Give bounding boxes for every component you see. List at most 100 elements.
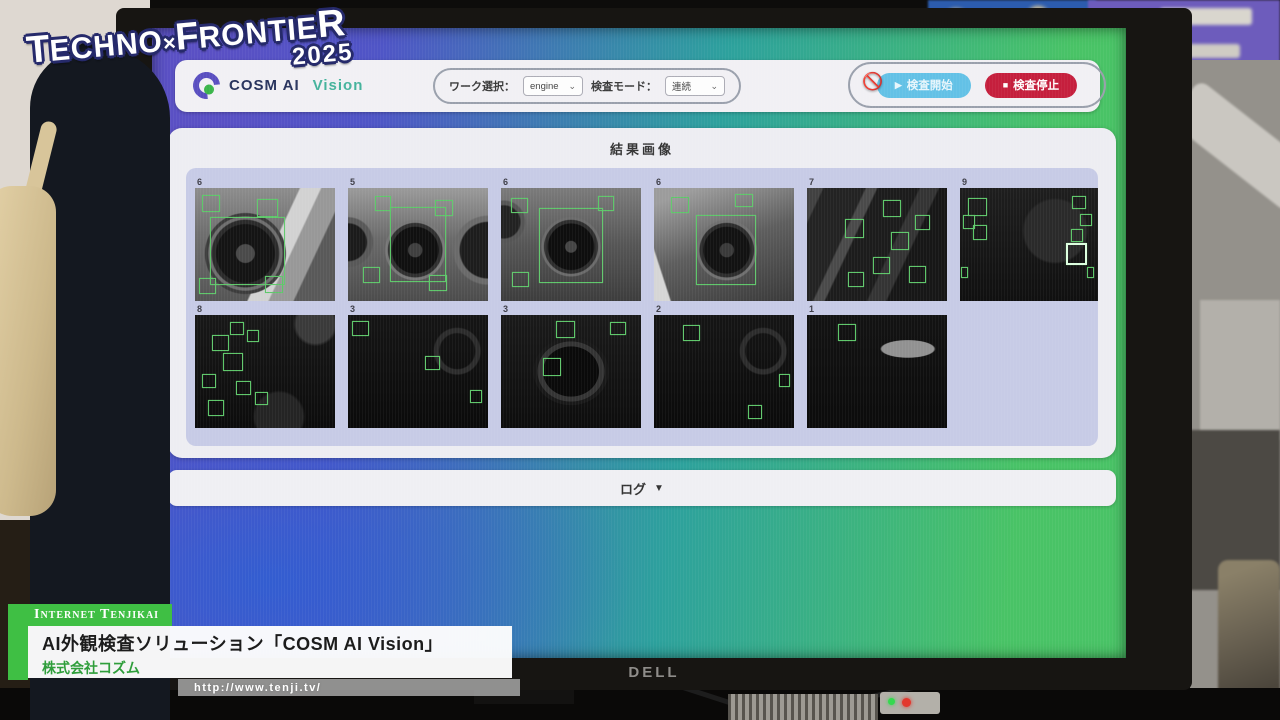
detection-box: [247, 330, 260, 342]
detection-box: [230, 322, 244, 336]
dell-logo: DELL: [628, 664, 679, 681]
result-tile: 2: [654, 303, 794, 428]
lower-third-kicker: Internet Tenjikai: [8, 604, 172, 626]
log-expander[interactable]: ログ ▼: [168, 470, 1116, 506]
detection-box: [598, 196, 615, 211]
detection-box: [683, 325, 700, 341]
detection-box: [212, 335, 229, 351]
tile-count-label: 6: [501, 176, 641, 188]
work-select-label: ワーク選択：: [449, 78, 515, 94]
work-select-dropdown[interactable]: engine ⌄: [523, 76, 583, 96]
tile-count-label: 6: [195, 176, 335, 188]
detection-box: [208, 400, 225, 416]
detection-box: [257, 199, 278, 217]
red-led: [902, 698, 911, 707]
detection-box: [202, 195, 220, 212]
mode-dropdown[interactable]: 連続 ⌄: [665, 76, 725, 96]
results-grid: 6 5 6 6 7 9 8 3 3 2 1: [186, 168, 1098, 446]
detection-box: [973, 225, 987, 240]
brand-name: COSM AI: [229, 77, 300, 94]
result-tile: 9: [960, 176, 1098, 301]
results-panel: 結果画像 6 5 6 6 7 9 8 3 3 2 1: [168, 128, 1116, 458]
detection-box: [891, 232, 909, 250]
stop-icon: ■: [1003, 80, 1008, 90]
cosm-logo-icon: [187, 66, 225, 104]
log-label: ログ: [620, 479, 646, 498]
tile-count-label: 7: [807, 176, 947, 188]
tile-count-label: 3: [348, 303, 488, 315]
detection-box: [363, 267, 380, 283]
detection-box: [352, 321, 369, 337]
inspection-image: [501, 188, 641, 301]
detection-box: [915, 215, 930, 230]
detection-box: [470, 390, 483, 404]
detection-box: [429, 275, 447, 291]
detection-box: [968, 198, 986, 216]
video-frame: COSM AI Vision ワーク選択： engine ⌄ 検査モード： 連続…: [0, 0, 1280, 720]
app-window: COSM AI Vision ワーク選択： engine ⌄ 検査モード： 連続…: [152, 28, 1126, 658]
detection-box: [556, 321, 576, 338]
detection-box: [848, 272, 865, 288]
tile-count-label: 5: [348, 176, 488, 188]
detection-box: [199, 278, 216, 294]
detection-box: [210, 217, 284, 285]
detection-box: [696, 215, 756, 285]
detection-box: [1080, 214, 1091, 226]
result-tile: 5: [348, 176, 488, 301]
result-tile: 1: [807, 303, 947, 428]
inspection-image: [807, 188, 947, 301]
app-brand: COSM AI Vision: [193, 72, 363, 99]
results-title: 結果画像: [168, 128, 1116, 158]
detection-box: [236, 381, 251, 396]
tile-count-label: 9: [960, 176, 1098, 188]
inspection-image: [348, 188, 488, 301]
result-tile: 3: [501, 303, 641, 428]
detection-box: [255, 392, 268, 406]
detection-box: [512, 272, 529, 288]
detection-box: [735, 194, 753, 208]
detection-box: [1071, 229, 1084, 243]
detection-box: [375, 196, 392, 211]
tile-count-label: 8: [195, 303, 335, 315]
mode-label: 検査モード：: [591, 78, 657, 94]
url-text: http://www.tenji.tv/: [194, 682, 321, 694]
detection-box: [511, 198, 528, 213]
blocked-cursor-icon: 🚫: [862, 72, 883, 92]
lower-third-caption: AI外観検査ソリューション「COSM AI Vision」 株式会社コズム: [28, 626, 512, 678]
detection-box: [425, 356, 440, 371]
tile-count-label: 2: [654, 303, 794, 315]
detection-box: [223, 353, 243, 371]
brand-name-secondary: Vision: [313, 77, 364, 94]
tile-count-label: 3: [501, 303, 641, 315]
inspection-image: [807, 315, 947, 428]
result-tile: 3: [348, 303, 488, 428]
result-tile: 8: [195, 303, 335, 428]
kicker-text: Internet Tenjikai: [34, 607, 159, 623]
detection-box: [838, 324, 856, 341]
detection-box: [779, 374, 790, 388]
detection-box: [265, 276, 283, 293]
detection-box: [543, 358, 561, 376]
detection-box: [845, 219, 865, 238]
inspection-image: [654, 315, 794, 428]
start-inspection-button[interactable]: ▶ 検査開始: [877, 73, 971, 98]
caret-down-icon: ▼: [654, 483, 664, 494]
detection-box: [873, 257, 890, 274]
detection-box: [883, 200, 901, 217]
inspection-image: [195, 315, 335, 428]
detection-box: [909, 266, 926, 283]
detection-box: [1066, 243, 1087, 264]
detection-box: [748, 405, 762, 419]
detection-box: [390, 207, 446, 282]
detection-box: [539, 208, 603, 283]
monitor: COSM AI Vision ワーク選択： engine ⌄ 検査モード： 連続…: [116, 8, 1192, 690]
work-select-value: engine: [530, 81, 559, 92]
logo-letters: ECHNO: [48, 25, 164, 68]
tile-count-label: 1: [807, 303, 947, 315]
stop-inspection-button[interactable]: ■ 検査停止: [985, 73, 1077, 98]
cosm-logo-dot: [202, 82, 216, 96]
result-tile: 6: [654, 176, 794, 301]
inspection-image: [654, 188, 794, 301]
detection-box: [961, 267, 968, 278]
inspection-controls-group: ワーク選択： engine ⌄ 検査モード： 連続 ⌄: [433, 68, 741, 104]
